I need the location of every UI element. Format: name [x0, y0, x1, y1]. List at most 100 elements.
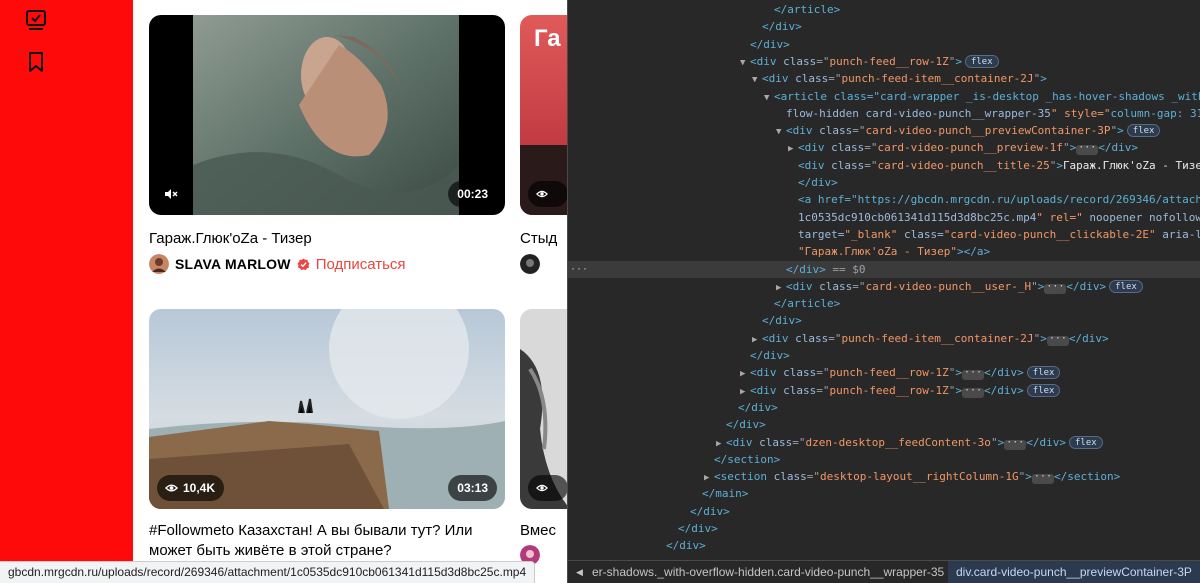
- dom-line[interactable]: </article>: [568, 1, 1200, 18]
- dom-tag: >: [1117, 124, 1124, 138]
- dom-tag: <div: [798, 141, 825, 155]
- flex-badge[interactable]: flex: [1069, 435, 1103, 449]
- dom-line[interactable]: <a href="https://gbcdn.mrgcdn.ru/uploads…: [568, 191, 1200, 208]
- dom-attr-name: class: [831, 158, 865, 172]
- collapsed-children-ellipsis[interactable]: ···: [1031, 472, 1054, 485]
- dom-line[interactable]: ▼ <div class="punch-feed-item__container-…: [568, 70, 1200, 87]
- dom-line[interactable]: </div> == $0 ···: [568, 260, 1200, 278]
- dom-line[interactable]: ▶ <div class="card-video-punch__preview-1…: [568, 139, 1200, 156]
- dom-attr-value: punch-feed__row-1Z: [829, 366, 949, 380]
- dom-line[interactable]: ▶ <div class="punch-feed__row-1Z"> ··· </di…: [568, 382, 1200, 399]
- dom-attr-value: "_blank": [844, 227, 898, 241]
- video-thumbnail[interactable]: Га: [520, 15, 567, 215]
- author-name[interactable]: SLAVA MARLOW: [175, 256, 291, 272]
- dom-tag: <div: [762, 72, 789, 86]
- video-thumbnail[interactable]: 10,4K 03:13: [149, 309, 505, 509]
- dom-line[interactable]: 1c0535dc910cb061341d115d3d8bc25c.mp4" re…: [568, 209, 1200, 226]
- dom-tag: </div>: [678, 522, 718, 535]
- collapsed-children-ellipsis[interactable]: ···: [961, 368, 985, 381]
- link-status-bar: gbcdn.mrgcdn.ru/uploads/record/269346/at…: [0, 561, 536, 583]
- dom-line[interactable]: target="_blank" class="card-video-punch_…: [568, 226, 1200, 243]
- dom-tag: >: [1025, 470, 1032, 484]
- dom-line[interactable]: ▼ <div class="punch-feed__row-1Z"> flex: [568, 53, 1200, 70]
- scrollbar[interactable]: [541, 560, 567, 583]
- video-title[interactable]: #Followmeto Казахстан! А вы бывали тут? …: [149, 521, 505, 561]
- mute-button[interactable]: [157, 181, 185, 207]
- dom-line-content: ▶ <div class="punch-feed__row-1Z"> ··· </di…: [740, 382, 1061, 401]
- dom-line[interactable]: "Гараж.Глюк'oZa - Тизер"></a>: [568, 243, 1200, 260]
- dom-line-content: 1c0535dc910cb061341d115d3d8bc25c.mp4" re…: [788, 209, 1200, 226]
- dom-line-content: <a href="https://gbcdn.mrgcdn.ru/uploads…: [788, 191, 1200, 208]
- dom-line[interactable]: flow-hidden card-video-punch__wrapper-35…: [568, 105, 1200, 122]
- dom-selected-marker: == $0: [832, 262, 866, 276]
- video-thumbnail[interactable]: 00:23: [149, 15, 505, 215]
- collapsed-children-ellipsis[interactable]: ···: [1004, 437, 1027, 450]
- dom-punct: =": [828, 331, 842, 345]
- thumbnail-text: Га: [534, 25, 561, 52]
- dom-line[interactable]: ▼ <article class="card-wrapper _is-deskto…: [568, 88, 1200, 105]
- flex-badge[interactable]: flex: [1109, 279, 1143, 293]
- dom-line[interactable]: ▶ <div class="punch-feed__row-1Z"> ··· </di…: [568, 364, 1200, 381]
- dom-token: <a href="https://gbcdn.mrgcdn.ru/uploads…: [798, 193, 1200, 207]
- breadcrumb-scroll-left-icon[interactable]: ◀: [576, 561, 583, 583]
- dom-attr-name: class: [783, 366, 817, 380]
- dom-tag: </div>: [1026, 435, 1066, 449]
- author-row: [520, 254, 546, 274]
- bookmark-icon[interactable]: [24, 50, 48, 74]
- dom-line-content: <div class="card-video-punch__title-25">…: [788, 157, 1200, 174]
- video-title[interactable]: Стыд: [520, 229, 567, 249]
- video-thumbnail[interactable]: [520, 309, 567, 509]
- dom-line[interactable]: </div>: [568, 520, 1200, 537]
- view-count: [528, 181, 567, 207]
- dom-line[interactable]: </div>: [568, 416, 1200, 433]
- subscribe-button[interactable]: Подписаться: [316, 256, 406, 273]
- dom-tag: <section: [714, 470, 767, 484]
- flex-badge[interactable]: flex: [1026, 383, 1061, 397]
- dom-line[interactable]: <div class="card-video-punch__title-25">…: [568, 157, 1200, 174]
- dom-attr-name: class: [783, 383, 817, 397]
- flex-badge[interactable]: flex: [964, 54, 999, 68]
- avatar[interactable]: [520, 254, 540, 274]
- dom-tag: <div: [726, 435, 753, 449]
- dom-tag: </div>: [1098, 141, 1138, 155]
- video-title[interactable]: Гараж.Глюк'oZa - Тизер: [149, 229, 505, 249]
- dom-attr-value: desktop-layout__rightColumn-1G: [819, 470, 1019, 484]
- dom-line[interactable]: </div>: [568, 174, 1200, 191]
- dom-line-content: ▶ <div class="card-video-punch__user-_H">…: [776, 278, 1143, 297]
- dom-line[interactable]: </div>: [568, 537, 1200, 554]
- dom-line[interactable]: </div>: [568, 347, 1200, 364]
- dom-line[interactable]: </div>: [568, 18, 1200, 35]
- dom-attr-name: class: [759, 435, 793, 449]
- dom-line[interactable]: </section>: [568, 451, 1200, 468]
- dom-line[interactable]: </article>: [568, 295, 1200, 312]
- dom-line[interactable]: ▶ <div class="punch-feed-item__container-…: [568, 330, 1200, 347]
- dom-line-content: </div>: [728, 399, 778, 416]
- dom-tag: </div>: [690, 504, 730, 518]
- avatar[interactable]: [149, 254, 169, 274]
- dom-line[interactable]: </div>: [568, 399, 1200, 416]
- dom-tag: </section>: [1053, 470, 1121, 484]
- video-duration: 03:13: [448, 475, 497, 501]
- dom-line-content: </div>: [740, 36, 790, 53]
- checklist-icon[interactable]: [24, 8, 48, 32]
- collapsed-children-ellipsis[interactable]: ···: [1044, 281, 1067, 294]
- flex-badge[interactable]: flex: [1026, 366, 1061, 380]
- dom-line[interactable]: </div>: [568, 312, 1200, 329]
- dom-line[interactable]: ▶ <div class="dzen-desktop__feedContent-3…: [568, 434, 1200, 451]
- dom-tag: </article>: [774, 297, 841, 311]
- dom-line[interactable]: </main>: [568, 485, 1200, 502]
- video-title[interactable]: Вмес: [520, 521, 567, 541]
- dom-line[interactable]: </div>: [568, 36, 1200, 53]
- dom-line[interactable]: ▶ <div class="card-video-punch__user-_H">…: [568, 278, 1200, 295]
- dom-line[interactable]: </div>: [568, 503, 1200, 520]
- dom-line[interactable]: ▼ <div class="card-video-punch__previewCo…: [568, 122, 1200, 139]
- dom-line-content: ▶ <div class="punch-feed-item__container-…: [752, 330, 1109, 349]
- collapsed-children-ellipsis[interactable]: ···: [1046, 333, 1069, 346]
- collapsed-children-ellipsis[interactable]: ···: [961, 385, 985, 398]
- breadcrumb-item-selected[interactable]: div.card-video-punch__previewContainer-3…: [948, 561, 1200, 583]
- breadcrumb-item[interactable]: er-shadows._with-overflow-hidden.card-vi…: [592, 561, 944, 583]
- dom-attr-value: " style=": [1050, 106, 1111, 120]
- collapsed-children-ellipsis[interactable]: ···: [1076, 143, 1099, 156]
- flex-badge[interactable]: flex: [1126, 124, 1161, 138]
- dom-line[interactable]: ▶ <section class="desktop-layout__rightCo…: [568, 468, 1200, 485]
